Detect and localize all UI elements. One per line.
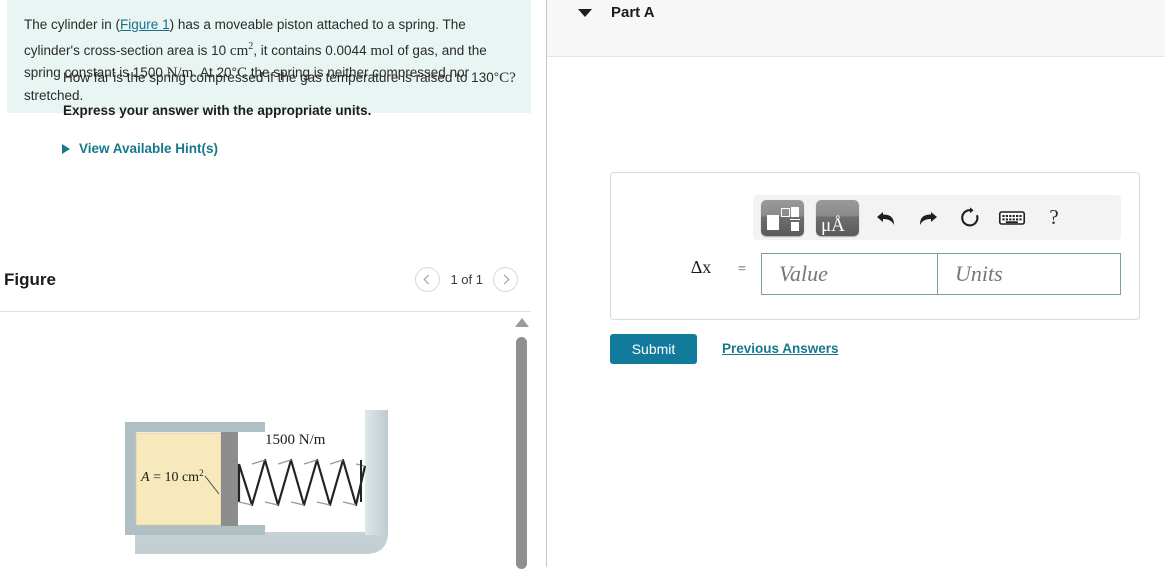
answer-toolbar: μÅ ? <box>753 195 1121 240</box>
right-wall <box>365 410 388 535</box>
scroll-up-arrow-icon[interactable] <box>515 318 529 327</box>
mol-unit: mol <box>370 42 394 59</box>
view-available-hints[interactable]: View Available Hint(s) <box>62 141 218 156</box>
math-template-icon[interactable] <box>761 199 804 236</box>
micro-angstrom-units-icon[interactable]: μÅ <box>816 199 859 236</box>
area-label-var: A <box>140 470 150 485</box>
caret-down-icon[interactable] <box>578 9 592 17</box>
answer-entry-box: μÅ ? Δx = Value Units <box>610 172 1140 320</box>
area-label: A = 10 cm2 <box>140 468 204 485</box>
answer-value-input[interactable] <box>761 253 947 295</box>
cylinder-spring-diagram: A = 10 cm2 1500 N/m <box>113 402 413 567</box>
express-answer-instruction: Express your answer with the appropriate… <box>63 103 372 118</box>
area-label-exp: 2 <box>199 468 204 478</box>
problem-statement-text: The cylinder in (Figure 1) has a moveabl… <box>24 14 515 106</box>
area-label-eq: = 10 cm <box>150 470 200 485</box>
equals-label: = <box>738 262 746 277</box>
problem-statement-card: The cylinder in (Figure 1) has a moveabl… <box>7 0 531 113</box>
figure-header: Figure 1 of 1 <box>0 262 531 310</box>
triangle-right-icon <box>62 143 70 154</box>
figure-canvas: A = 10 cm2 1500 N/m <box>0 312 510 567</box>
answer-units-input[interactable] <box>937 253 1121 295</box>
figure-next-button[interactable] <box>493 267 518 292</box>
question-celsius-symbol: C? <box>499 70 516 86</box>
figure-pager: 1 of 1 <box>415 267 518 292</box>
part-a-header[interactable]: Part A <box>547 0 1165 57</box>
variable-label: Δx <box>690 257 712 277</box>
question-text: How far is the spring compressed if the … <box>63 68 608 88</box>
figure-pager-label: 1 of 1 <box>450 272 483 287</box>
diagram-svg: A = 10 cm2 1500 N/m <box>125 410 388 554</box>
reset-circular-arrow-icon[interactable] <box>955 203 985 233</box>
piston <box>221 432 238 526</box>
keyboard-icon[interactable] <box>997 203 1027 233</box>
units-icon-label: μÅ <box>821 214 845 236</box>
undo-arrow-icon[interactable] <box>871 203 901 233</box>
problem-text-part-3: , it contains 0.0044 <box>253 42 371 58</box>
cylinder-top-wall <box>125 422 265 432</box>
spring <box>237 458 367 507</box>
view-hints-label: View Available Hint(s) <box>79 141 219 156</box>
chevron-left-icon <box>424 274 434 285</box>
cylinder-left-wall <box>125 422 136 535</box>
help-label: ? <box>1049 205 1059 229</box>
figure-scrollbar-thumb[interactable] <box>516 337 527 569</box>
area-unit: cm2 <box>229 40 254 59</box>
cylinder-bottom-wall <box>125 525 265 535</box>
part-a-title: Part A <box>611 4 655 21</box>
submit-button[interactable]: Submit <box>610 334 697 364</box>
redo-arrow-icon[interactable] <box>913 203 943 233</box>
question-mark-icon[interactable]: ? <box>1039 203 1069 233</box>
figure-1-link[interactable]: Figure 1 <box>120 17 170 32</box>
figure-prev-button[interactable] <box>415 267 441 292</box>
page-root: The cylinder in (Figure 1) has a moveabl… <box>0 0 1165 569</box>
figure-panel-title: Figure <box>4 270 56 289</box>
spring-constant-label: 1500 N/m <box>265 432 326 448</box>
question-main: How far is the spring compressed if the … <box>63 70 494 85</box>
previous-answers-link[interactable]: Previous Answers <box>722 341 839 356</box>
chevron-right-icon <box>499 274 510 285</box>
figure-scrollbar[interactable] <box>511 312 531 569</box>
problem-text-part-1: The cylinder in ( <box>24 17 121 32</box>
